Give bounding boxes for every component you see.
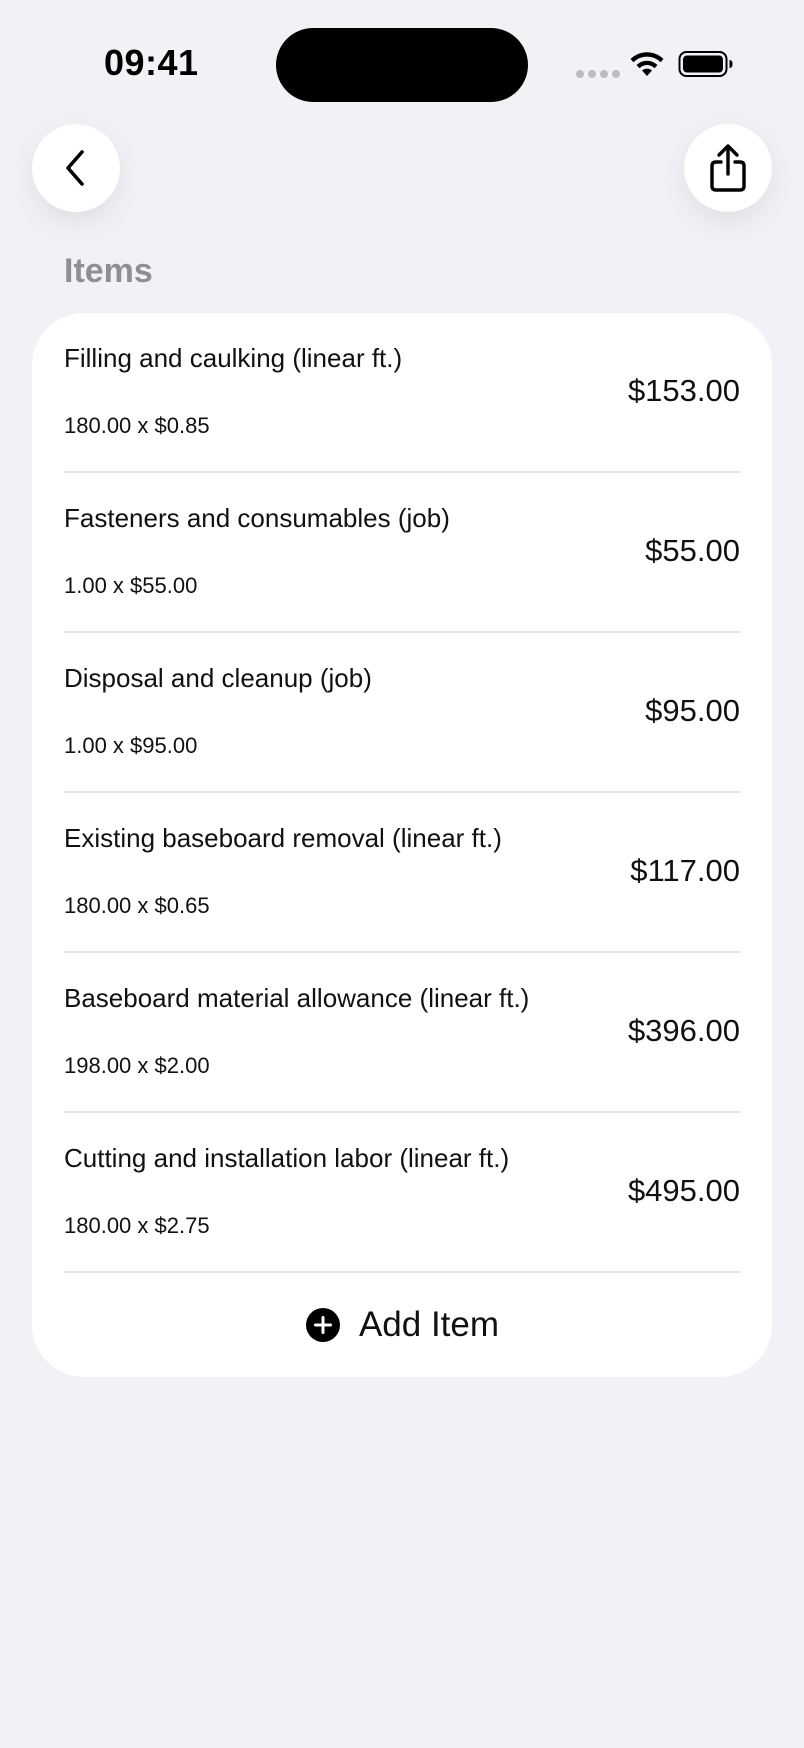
battery-icon	[678, 51, 733, 77]
item-name: Filling and caulking (linear ft.)	[64, 343, 403, 373]
share-icon	[710, 144, 746, 192]
items-section-title: Items	[64, 252, 153, 290]
item-quantity-price: 198.00 x $2.00	[64, 1053, 210, 1078]
wifi-icon	[630, 52, 664, 76]
add-item-label: Add Item	[358, 1305, 500, 1344]
line-item[interactable]: Disposal and cleanup (job) 1.00 x $95.00…	[64, 633, 772, 793]
item-total: $495.00	[627, 1173, 740, 1208]
back-button[interactable]	[32, 124, 120, 212]
item-quantity-price: 180.00 x $0.65	[64, 893, 210, 918]
plus-circle-icon	[305, 1308, 340, 1342]
line-item[interactable]: Existing baseboard removal (linear ft.) …	[64, 793, 772, 953]
items-card: Filling and caulking (linear ft.) 180.00…	[32, 313, 772, 1377]
item-total: $95.00	[645, 693, 740, 728]
item-name: Existing baseboard removal (linear ft.)	[64, 823, 502, 853]
line-item[interactable]: Cutting and installation labor (linear f…	[64, 1113, 772, 1273]
line-item[interactable]: Filling and caulking (linear ft.) 180.00…	[64, 313, 772, 473]
item-name: Disposal and cleanup (job)	[64, 663, 372, 693]
dynamic-island	[276, 28, 528, 102]
line-item[interactable]: Baseboard material allowance (linear ft.…	[64, 953, 772, 1113]
status-bar: 09:41	[0, 0, 804, 120]
item-total: $117.00	[630, 853, 740, 888]
item-quantity-price: 1.00 x $95.00	[64, 733, 198, 758]
item-name: Cutting and installation labor (linear f…	[64, 1143, 510, 1173]
item-quantity-price: 180.00 x $0.85	[64, 413, 210, 438]
item-total: $153.00	[627, 373, 740, 408]
cellular-signal-icon	[576, 70, 620, 78]
status-time: 09:41	[104, 42, 199, 83]
line-item[interactable]: Fasteners and consumables (job) 1.00 x $…	[64, 473, 772, 633]
item-total: $55.00	[645, 533, 740, 568]
item-name: Fasteners and consumables (job)	[64, 503, 450, 533]
item-name: Baseboard material allowance (linear ft.…	[64, 983, 530, 1013]
item-quantity-price: 180.00 x $2.75	[64, 1213, 210, 1238]
add-item-button[interactable]: Add Item	[32, 1273, 772, 1377]
item-quantity-price: 1.00 x $55.00	[64, 573, 198, 598]
share-button[interactable]	[684, 124, 772, 212]
chevron-left-icon	[66, 150, 84, 186]
item-total: $396.00	[627, 1013, 740, 1048]
